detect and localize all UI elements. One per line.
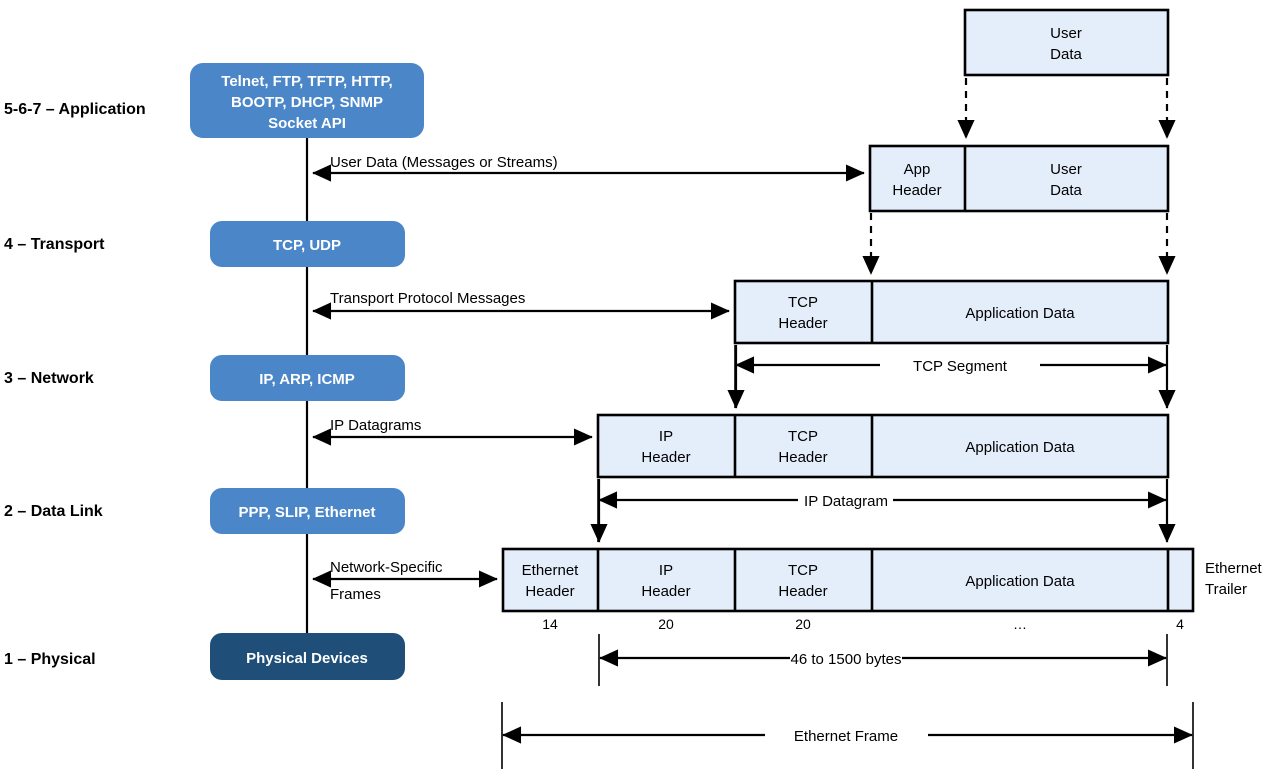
- layer-label-physical: 1 – Physical: [4, 651, 96, 668]
- eth-tcp-header-cell-line2: Header: [778, 583, 827, 600]
- packet-row-user-data: User Data: [963, 8, 1170, 77]
- layer-box-application[interactable]: Telnet, FTP, TFTP, HTTP, BOOTP, DHCP, SN…: [190, 63, 424, 138]
- flow-label-network-frames-line1: Network-Specific: [330, 559, 443, 576]
- ip-appdata-cell: Application Data: [965, 439, 1075, 456]
- layer-box-datalink-line1: PPP, SLIP, Ethernet: [239, 504, 376, 521]
- eth-trailer-label-line2: Trailer: [1205, 581, 1247, 598]
- flow-label-ip-datagrams: IP Datagrams: [330, 417, 421, 434]
- layer-box-network-line1: IP, ARP, ICMP: [259, 371, 355, 388]
- eth-appdata-cell: Application Data: [965, 573, 1075, 590]
- tcp-header-cell-line1: TCP: [788, 294, 818, 311]
- eth-tcp-header-cell-line1: TCP: [788, 562, 818, 579]
- user-data-cell-line1: User: [1050, 25, 1082, 42]
- layer-label-application: 5-6-7 – Application: [4, 101, 146, 118]
- flow-label-user-data: User Data (Messages or Streams): [330, 154, 558, 171]
- eth-ip-header-cell-line1: IP: [659, 562, 673, 579]
- app-userdata-cell-line1: User: [1050, 161, 1082, 178]
- layer-box-transport-line1: TCP, UDP: [273, 237, 341, 254]
- layer-label-network: 3 – Network: [4, 370, 94, 387]
- eth-trailer-label-line1: Ethernet: [1205, 560, 1263, 577]
- size-app-data: …: [1013, 616, 1027, 632]
- eth-header-cell-line2: Header: [525, 583, 574, 600]
- tcp-appdata-cell: Application Data: [965, 305, 1075, 322]
- ip-tcp-header-cell-line2: Header: [778, 449, 827, 466]
- app-header-cell-line2: Header: [892, 182, 941, 199]
- layer-box-physical[interactable]: Physical Devices: [210, 633, 405, 680]
- packet-row-ethernet: Ethernet Header IP Header TCP Header App…: [501, 547, 1263, 613]
- layer-box-transport[interactable]: TCP, UDP: [210, 221, 405, 267]
- layer-box-network[interactable]: IP, ARP, ICMP: [210, 355, 405, 401]
- flow-label-transport-messages: Transport Protocol Messages: [330, 290, 525, 307]
- eth-header-cell-line1: Ethernet: [522, 562, 580, 579]
- layer-label-datalink: 2 – Data Link: [4, 503, 103, 520]
- layer-label-transport: 4 – Transport: [4, 236, 105, 253]
- ip-tcp-header-cell-line1: TCP: [788, 428, 818, 445]
- protocol-stack-diagram: 5-6-7 – Application 4 – Transport 3 – Ne…: [0, 0, 1275, 769]
- flow-label-network-frames-line2: Frames: [330, 586, 381, 603]
- measure-label-tcp-segment: TCP Segment: [913, 358, 1008, 375]
- app-userdata-cell-line2: Data: [1050, 182, 1082, 199]
- tcp-header-cell-line2: Header: [778, 315, 827, 332]
- size-ethernet-trailer: 4: [1176, 616, 1184, 632]
- layer-box-application-line3: Socket API: [268, 115, 346, 132]
- size-ethernet-header: 14: [542, 616, 558, 632]
- measure-label-ip-datagram: IP Datagram: [804, 493, 888, 510]
- measure-label-payload-bytes: 46 to 1500 bytes: [791, 651, 902, 668]
- layer-box-application-line2: BOOTP, DHCP, SNMP: [231, 94, 383, 111]
- packet-row-tcp: TCP Header Application Data: [733, 279, 1170, 345]
- size-ip-header: 20: [658, 616, 674, 632]
- measure-label-ethernet-frame: Ethernet Frame: [794, 728, 898, 745]
- ip-header-cell-line1: IP: [659, 428, 673, 445]
- packet-row-ip: IP Header TCP Header Application Data: [596, 413, 1170, 479]
- eth-ip-header-cell-line2: Header: [641, 583, 690, 600]
- layer-box-physical-line1: Physical Devices: [246, 650, 368, 667]
- size-tcp-header: 20: [795, 616, 811, 632]
- user-data-cell-line2: Data: [1050, 46, 1082, 63]
- packet-row-app: App Header User Data: [868, 144, 1170, 213]
- ip-header-cell-line2: Header: [641, 449, 690, 466]
- layer-box-application-line1: Telnet, FTP, TFTP, HTTP,: [221, 73, 392, 90]
- layer-box-datalink[interactable]: PPP, SLIP, Ethernet: [210, 488, 405, 534]
- app-header-cell-line1: App: [904, 161, 931, 178]
